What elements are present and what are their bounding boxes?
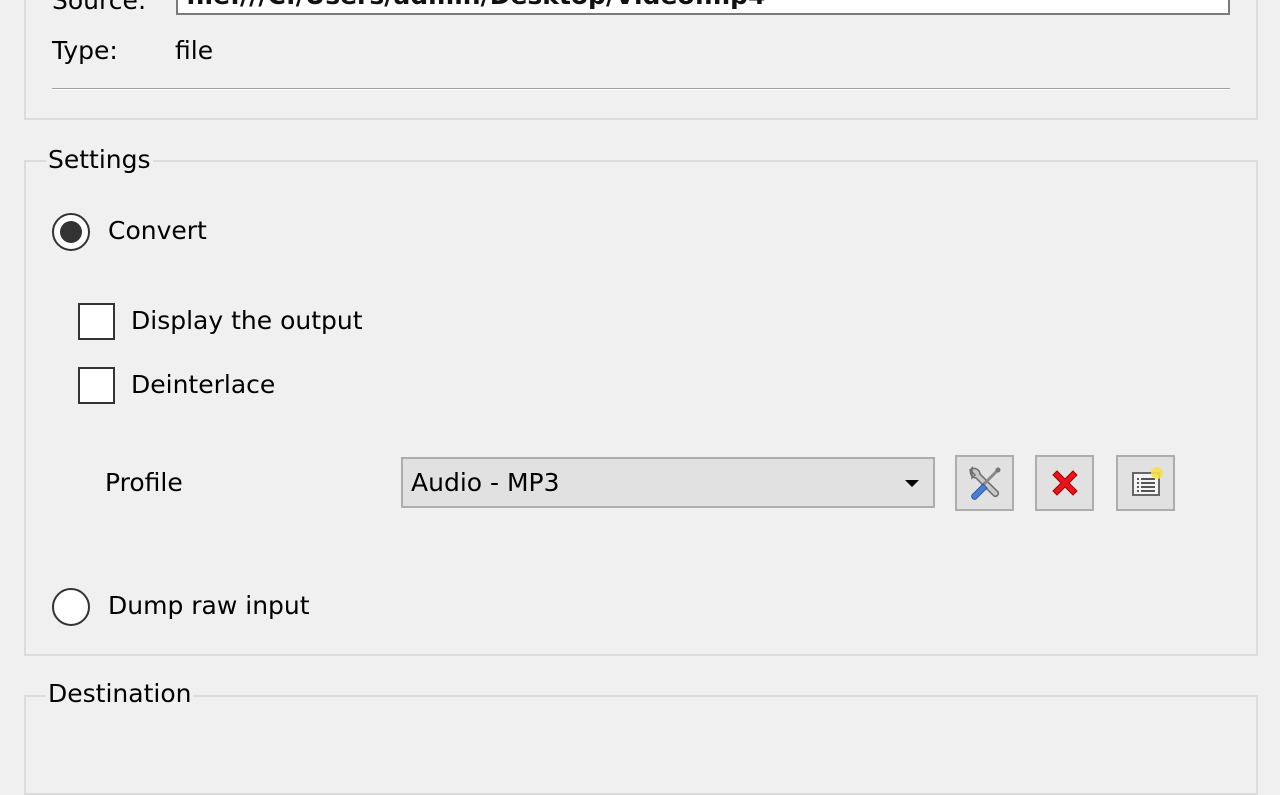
destination-group: [24, 695, 1258, 795]
display-output-label[interactable]: Display the output: [131, 306, 363, 336]
display-output-checkbox[interactable]: [78, 303, 115, 340]
convert-radio[interactable]: [52, 213, 90, 251]
convert-label[interactable]: Convert: [108, 216, 207, 246]
dropdown-arrow-icon: [905, 480, 919, 487]
profile-label: Profile: [105, 468, 183, 497]
edit-profile-button[interactable]: [955, 455, 1014, 511]
new-profile-button[interactable]: [1116, 455, 1175, 511]
dump-raw-radio[interactable]: [52, 588, 90, 626]
wrench-screwdriver-icon: [968, 466, 1000, 500]
new-document-icon: [1131, 467, 1163, 496]
source-input[interactable]: file:///C:/Users/admin/Desktop/Video.mp4: [176, 0, 1230, 15]
red-x-icon: [1051, 470, 1078, 496]
type-label: Type:: [52, 36, 118, 65]
source-label: Source:: [52, 0, 147, 15]
dump-raw-label[interactable]: Dump raw input: [108, 591, 310, 621]
destination-legend: Destination: [46, 679, 194, 708]
profile-selected-value: Audio - MP3: [411, 468, 560, 497]
type-value: file: [175, 36, 214, 65]
delete-profile-button[interactable]: [1035, 455, 1094, 511]
deinterlace-label[interactable]: Deinterlace: [131, 370, 275, 400]
deinterlace-checkbox[interactable]: [78, 367, 115, 404]
separator: [52, 88, 1230, 90]
settings-group: [24, 160, 1258, 656]
settings-legend: Settings: [46, 145, 153, 174]
profile-select[interactable]: Audio - MP3: [401, 457, 935, 508]
